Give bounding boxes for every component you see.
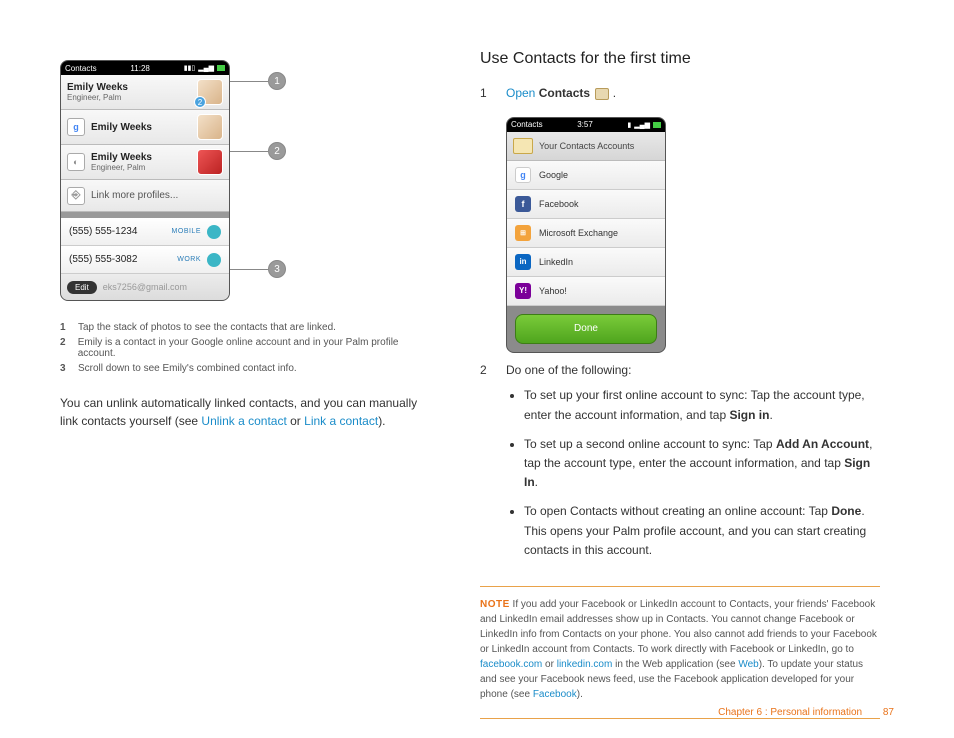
linked-contact-row[interactable]: ◐ Emily Weeks Engineer, Palm bbox=[61, 145, 229, 180]
account-row-exchange[interactable]: ⊞ Microsoft Exchange bbox=[507, 219, 665, 248]
google-icon: g bbox=[515, 167, 531, 183]
linkedin-link[interactable]: linkedin.com bbox=[557, 659, 613, 670]
note-divider-bottom bbox=[480, 718, 880, 719]
phone-number: (555) 555-3082 bbox=[69, 254, 137, 265]
step-2: 2 Do one of the following: To set up you… bbox=[480, 361, 880, 570]
battery-icon bbox=[653, 122, 661, 128]
phone-number-row[interactable]: (555) 555-1234 MOBILE bbox=[61, 218, 229, 246]
link-more-label: Link more profiles... bbox=[91, 190, 178, 201]
facebook-link[interactable]: facebook.com bbox=[480, 659, 542, 670]
primary-contact-row[interactable]: Emily Weeks Engineer, Palm 2 bbox=[61, 75, 229, 110]
app-title: Contacts bbox=[65, 64, 97, 73]
account-label: Yahoo! bbox=[539, 284, 567, 298]
contacts-app-icon bbox=[595, 88, 609, 100]
linkedin-icon: in bbox=[515, 254, 531, 270]
status-bar: Contacts 11:28 ▮▮▯▂▄▆ bbox=[61, 61, 229, 75]
legend-text: Emily is a contact in your Google online… bbox=[78, 337, 430, 359]
phone-number-row[interactable]: (555) 555-3082 WORK bbox=[61, 246, 229, 274]
link-more-row[interactable]: ⎆ Link more profiles... bbox=[61, 180, 229, 212]
email-row: Edit eks7256@gmail.com bbox=[61, 274, 229, 300]
battery-icon bbox=[217, 65, 225, 71]
exchange-icon: ⊞ bbox=[515, 225, 531, 241]
callout-2: 2 bbox=[268, 142, 286, 160]
signal-icon: ▮ bbox=[627, 120, 631, 131]
note-divider-top bbox=[480, 586, 880, 587]
callout-3: 3 bbox=[268, 260, 286, 278]
bullet-item: To set up a second online account to syn… bbox=[524, 435, 880, 493]
contact-subtitle: Engineer, Palm bbox=[67, 93, 128, 102]
body-paragraph: You can unlink automatically linked cont… bbox=[60, 394, 430, 430]
facebook-app-link[interactable]: Facebook bbox=[533, 689, 577, 700]
phone-tag: MOBILE bbox=[172, 228, 201, 235]
link-count-badge: 2 bbox=[194, 96, 206, 108]
page-number: 87 bbox=[883, 707, 894, 718]
web-link[interactable]: Web bbox=[738, 659, 758, 670]
avatar bbox=[197, 149, 223, 175]
note-box: NOTE If you add your Facebook or LinkedI… bbox=[480, 597, 880, 702]
phone-mock-accounts: Contacts 3:57 ▮▂▄▆ Your Contacts Account… bbox=[506, 117, 666, 353]
signal-bars-icon: ▂▄▆ bbox=[198, 64, 214, 72]
contact-subtitle: Engineer, Palm bbox=[91, 163, 152, 172]
palm-icon: ◐ bbox=[67, 153, 85, 171]
contacts-label: Contacts bbox=[539, 86, 590, 100]
account-label: LinkedIn bbox=[539, 255, 573, 269]
legend-text: Scroll down to see Emily's combined cont… bbox=[78, 363, 297, 374]
phone-tag: WORK bbox=[177, 256, 201, 263]
callout-1: 1 bbox=[268, 72, 286, 90]
clock: 11:28 bbox=[130, 64, 149, 73]
step-1: 1 Open Contacts . bbox=[480, 84, 880, 103]
step-number: 2 bbox=[480, 361, 492, 570]
chapter-label: Chapter 6 : Personal information bbox=[718, 707, 862, 718]
chat-icon[interactable] bbox=[207, 225, 221, 239]
linked-contact-screenshot: Contacts 11:28 ▮▮▯▂▄▆ Emily Weeks Engine… bbox=[60, 50, 230, 301]
account-label: Google bbox=[539, 168, 568, 182]
phone-number: (555) 555-1234 bbox=[69, 226, 137, 237]
note-label: NOTE bbox=[480, 599, 510, 610]
signal-bars-icon: ▂▄▆ bbox=[634, 120, 650, 131]
contacts-folder-icon bbox=[513, 138, 533, 154]
yahoo-icon: Y! bbox=[515, 283, 531, 299]
callout-legend: 1Tap the stack of photos to see the cont… bbox=[60, 322, 430, 374]
edit-button[interactable]: Edit bbox=[67, 281, 97, 294]
step-intro: Do one of the following: bbox=[506, 363, 631, 377]
account-label: Facebook bbox=[539, 197, 579, 211]
section-heading: Use Contacts for the first time bbox=[480, 50, 880, 68]
account-row-linkedin[interactable]: in LinkedIn bbox=[507, 248, 665, 277]
account-row-yahoo[interactable]: Y! Yahoo! bbox=[507, 277, 665, 306]
clock: 3:57 bbox=[577, 119, 593, 132]
legend-text: Tap the stack of photos to see the conta… bbox=[78, 322, 336, 333]
account-label: Microsoft Exchange bbox=[539, 226, 618, 240]
page-footer: Chapter 6 : Personal information 87 bbox=[718, 707, 894, 718]
facebook-icon: f bbox=[515, 196, 531, 212]
account-row-google[interactable]: g Google bbox=[507, 161, 665, 190]
status-bar: Contacts 3:57 ▮▂▄▆ bbox=[507, 118, 665, 132]
link-icon: ⎆ bbox=[67, 187, 85, 205]
step-number: 1 bbox=[480, 84, 492, 103]
unlink-contact-link[interactable]: Unlink a contact bbox=[201, 414, 286, 428]
chat-icon[interactable] bbox=[207, 253, 221, 267]
link-contact-link[interactable]: Link a contact bbox=[304, 414, 378, 428]
open-link[interactable]: Open bbox=[506, 86, 535, 100]
app-title: Contacts bbox=[511, 119, 543, 132]
avatar bbox=[197, 114, 223, 140]
account-row-facebook[interactable]: f Facebook bbox=[507, 190, 665, 219]
linked-contact-row[interactable]: g Emily Weeks bbox=[61, 110, 229, 145]
contact-name: Emily Weeks bbox=[91, 152, 152, 163]
signal-icon: ▮▮▯ bbox=[184, 64, 196, 72]
contact-name: Emily Weeks bbox=[91, 122, 152, 133]
accounts-header: Your Contacts Accounts bbox=[507, 132, 665, 161]
accounts-header-text: Your Contacts Accounts bbox=[539, 139, 634, 153]
google-icon: g bbox=[67, 118, 85, 136]
phone-mock-contact: Contacts 11:28 ▮▮▯▂▄▆ Emily Weeks Engine… bbox=[60, 60, 230, 301]
done-button[interactable]: Done bbox=[515, 314, 657, 344]
bullet-item: To set up your first online account to s… bbox=[524, 386, 880, 424]
email-text: eks7256@gmail.com bbox=[103, 282, 187, 292]
avatar[interactable]: 2 bbox=[197, 79, 223, 105]
contact-name: Emily Weeks bbox=[67, 82, 128, 93]
bullet-item: To open Contacts without creating an onl… bbox=[524, 502, 880, 560]
